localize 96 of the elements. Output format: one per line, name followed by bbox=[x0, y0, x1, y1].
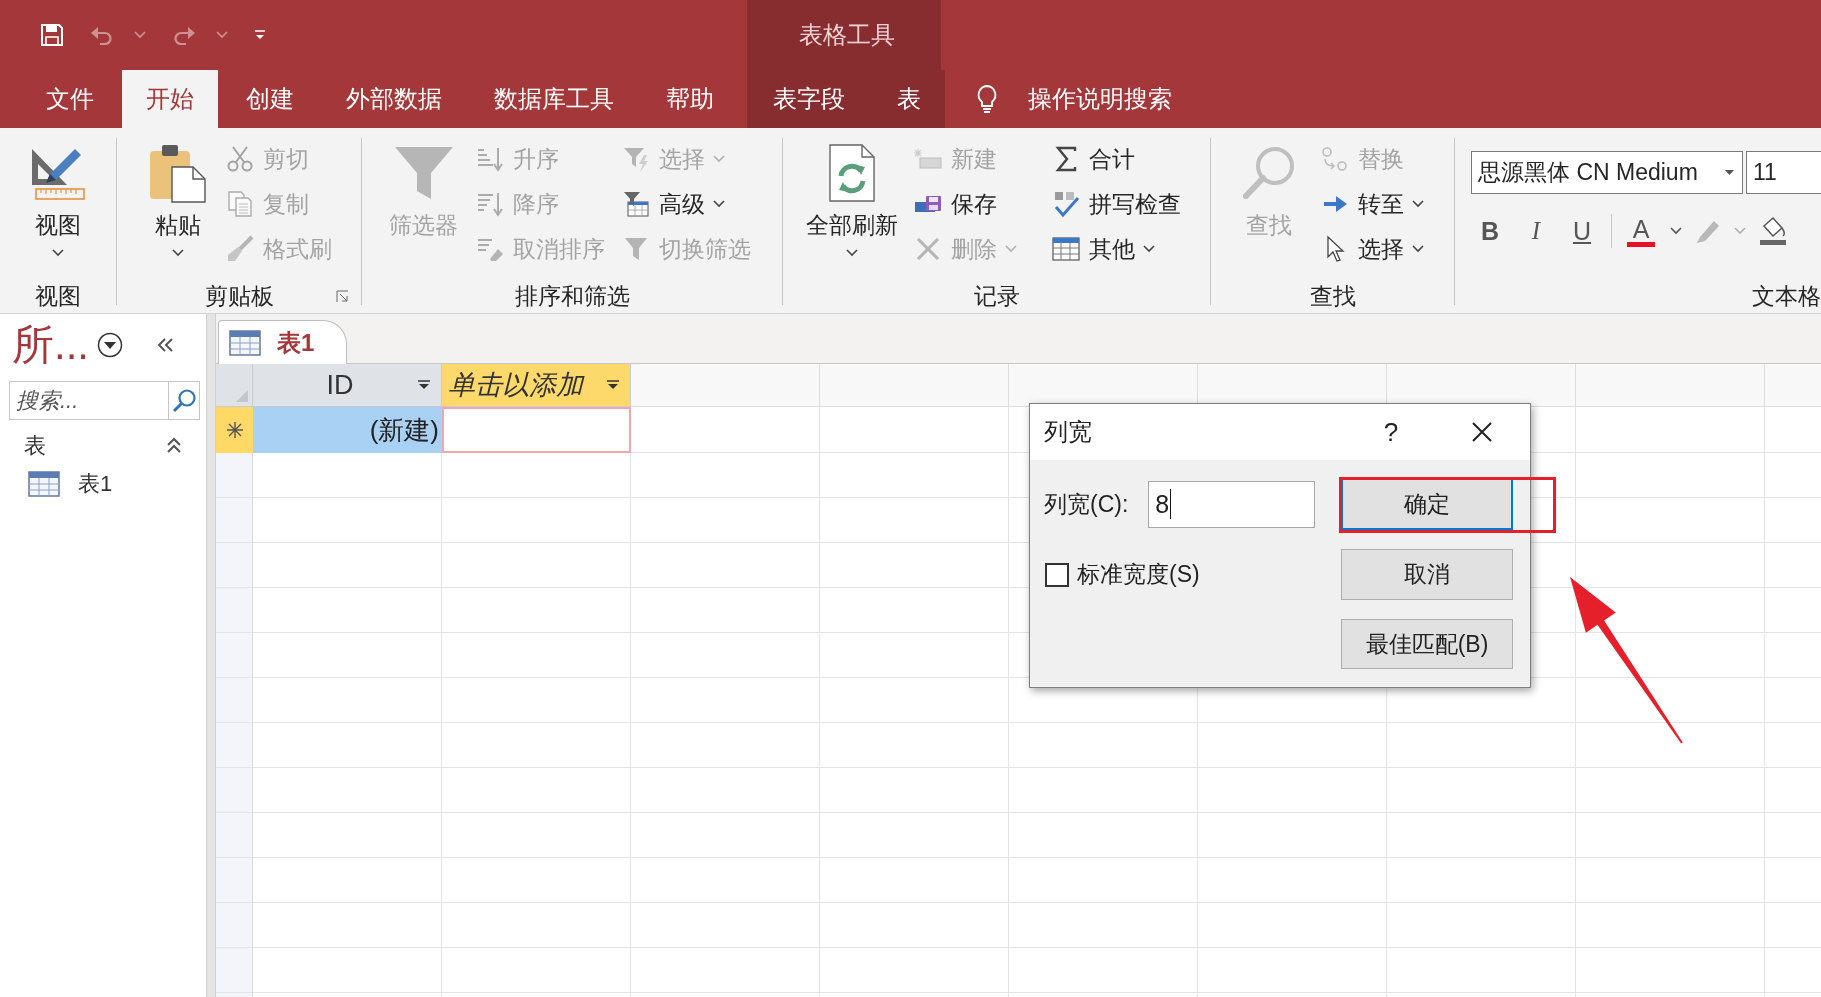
search-button[interactable] bbox=[168, 381, 200, 420]
table-cell[interactable] bbox=[442, 407, 631, 453]
group-label: 记录 bbox=[973, 282, 1020, 310]
table-icon bbox=[28, 471, 60, 497]
caret-icon bbox=[713, 155, 725, 163]
ribbon-tab[interactable]: 文件 bbox=[22, 70, 118, 128]
paint-bucket-icon[interactable] bbox=[1758, 216, 1788, 246]
save-record-button[interactable]: 保存 bbox=[909, 184, 1021, 224]
add-column-header[interactable]: 单击以添加 bbox=[442, 364, 631, 407]
save-record-icon bbox=[914, 194, 942, 214]
sort-descending-icon bbox=[476, 190, 504, 218]
dropdown-triangle-icon bbox=[1725, 170, 1734, 175]
font-color-button[interactable]: A bbox=[1624, 214, 1658, 248]
dropdown-circle-icon[interactable] bbox=[97, 332, 123, 358]
refresh-document-icon bbox=[828, 143, 876, 203]
paintbrush-icon bbox=[226, 235, 254, 263]
best-fit-button[interactable]: 最佳匹配(B) bbox=[1341, 619, 1513, 669]
dialog-title: 列宽 bbox=[1044, 417, 1093, 447]
paste-button[interactable]: 粘贴 bbox=[140, 139, 216, 257]
cancel-button[interactable]: 取消 bbox=[1341, 549, 1513, 600]
caret-icon bbox=[713, 200, 725, 208]
font-name-combobox[interactable]: 思源黑体 CN Medium bbox=[1471, 151, 1743, 194]
group-label: 剪贴板 bbox=[204, 282, 274, 310]
ok-button[interactable]: 确定 bbox=[1341, 478, 1513, 530]
caret-icon bbox=[1005, 245, 1017, 253]
sigma-icon bbox=[1053, 145, 1079, 173]
caret-icon bbox=[1412, 200, 1424, 208]
dropdown-triangle-icon[interactable] bbox=[417, 380, 431, 390]
corner-triangle-icon bbox=[235, 389, 249, 403]
group-label: 排序和筛选 bbox=[514, 282, 630, 310]
caret-icon bbox=[1412, 245, 1424, 253]
close-icon[interactable] bbox=[1471, 421, 1493, 443]
more-button[interactable]: 其他 bbox=[1047, 229, 1185, 269]
caret-icon bbox=[52, 249, 64, 257]
clipboard-icon bbox=[148, 143, 208, 203]
asterisk-icon bbox=[225, 421, 244, 439]
ribbon-tab[interactable]: 开始 bbox=[122, 70, 218, 128]
ribbon-tab[interactable]: 数据库工具 bbox=[470, 70, 638, 128]
funnel-bolt-icon bbox=[622, 145, 650, 173]
dialog-launcher-icon[interactable] bbox=[336, 289, 349, 303]
ribbon-tab[interactable]: 帮助 bbox=[642, 70, 738, 128]
column-width-field[interactable]: 8 bbox=[1148, 480, 1316, 528]
replace-icon bbox=[1321, 145, 1349, 173]
group-label: 查找 bbox=[1309, 282, 1356, 310]
column-header[interactable]: ID bbox=[253, 364, 442, 407]
spelling-check-icon bbox=[1052, 190, 1080, 218]
help-button[interactable]: ? bbox=[1376, 416, 1406, 448]
tell-me-search[interactable]: 操作说明搜索 bbox=[976, 83, 1172, 115]
document-tab[interactable]: 表1 bbox=[218, 320, 348, 364]
caret-icon bbox=[846, 249, 858, 257]
go-to-button[interactable]: 转至 bbox=[1316, 184, 1428, 224]
section-header[interactable]: 表 bbox=[24, 431, 46, 461]
checkbox[interactable] bbox=[1045, 562, 1069, 587]
funnel-icon bbox=[392, 145, 455, 201]
checkbox-label[interactable]: 标准宽度(S) bbox=[1077, 559, 1200, 590]
group-label: 视图 bbox=[35, 282, 81, 310]
advanced-filter-button[interactable]: 高级 bbox=[617, 184, 755, 224]
sort-ascending-icon bbox=[476, 145, 504, 173]
double-chevron-up-icon[interactable] bbox=[166, 437, 182, 455]
delete-icon bbox=[914, 235, 942, 263]
table-icon bbox=[1052, 236, 1080, 262]
refresh-all-button[interactable]: 全部刷新 bbox=[798, 139, 906, 257]
search-icon bbox=[1241, 145, 1297, 201]
ribbon-tab[interactable]: 外部数据 bbox=[322, 70, 466, 128]
caret-icon[interactable] bbox=[1670, 227, 1682, 235]
funnel-icon bbox=[622, 235, 650, 263]
totals-button[interactable]: 合计 bbox=[1047, 139, 1185, 179]
navigation-pane-title[interactable]: 所... bbox=[12, 320, 89, 370]
select-button[interactable]: 选择 bbox=[1316, 229, 1428, 269]
field-label: 列宽(C): bbox=[1044, 489, 1129, 519]
double-chevron-left-icon[interactable] bbox=[157, 337, 175, 353]
table-cell[interactable]: (新建) bbox=[253, 407, 442, 453]
caret-icon bbox=[172, 249, 184, 257]
new-record-icon bbox=[914, 147, 942, 171]
ribbon-tab[interactable]: 创建 bbox=[222, 70, 318, 128]
copy-icon bbox=[227, 190, 253, 218]
italic-button[interactable]: I bbox=[1519, 214, 1553, 248]
spelling-button[interactable]: 拼写检查 bbox=[1047, 184, 1185, 224]
font-size-field[interactable]: 11 bbox=[1746, 151, 1821, 194]
lightbulb-icon bbox=[976, 84, 998, 114]
funnel-table-icon bbox=[622, 190, 650, 218]
table-icon bbox=[229, 329, 261, 356]
view-button[interactable]: 视图 bbox=[21, 139, 95, 257]
underline-button[interactable]: U bbox=[1565, 214, 1599, 248]
customize-icon[interactable] bbox=[254, 30, 266, 40]
search-icon bbox=[171, 387, 197, 414]
scissors-icon bbox=[226, 145, 254, 173]
group-label: 文本格 bbox=[1752, 282, 1821, 310]
save-icon[interactable] bbox=[40, 23, 64, 47]
contextual-group-title: 表格工具 bbox=[799, 20, 895, 50]
caret-icon bbox=[1143, 245, 1155, 253]
search-field[interactable]: 搜索... bbox=[9, 381, 168, 420]
bold-button[interactable]: B bbox=[1473, 214, 1507, 248]
record-selector[interactable] bbox=[216, 407, 253, 453]
dropdown-triangle-icon[interactable] bbox=[606, 380, 620, 390]
navigation-item[interactable]: 表1 bbox=[28, 464, 119, 504]
